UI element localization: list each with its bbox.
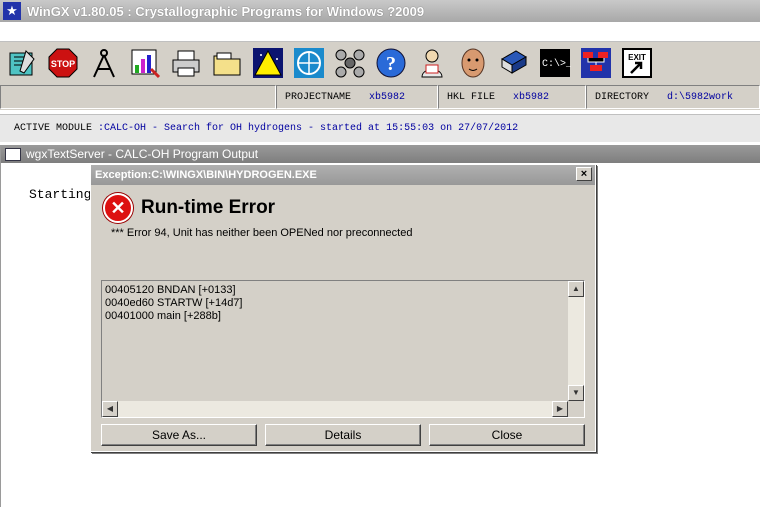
network-icon[interactable]	[578, 45, 614, 81]
project-name-cell: PROJECTNAME xb5982	[276, 85, 438, 109]
directory-cell: DIRECTORY d:\5982work	[586, 85, 760, 109]
person-icon[interactable]	[414, 45, 450, 81]
directory-label: DIRECTORY	[595, 91, 650, 103]
scroll-up-icon[interactable]: ▲	[568, 281, 584, 297]
trace-line: 00405120 BNDAN [+0133]	[105, 284, 236, 296]
error-heading: ✕ Run-time Error	[103, 193, 275, 223]
scroll-down-icon[interactable]: ▼	[568, 385, 584, 401]
stop-label: STOP	[51, 59, 75, 69]
svg-text:?: ?	[386, 53, 396, 75]
stack-trace-list: 00405120 BNDAN [+0133] 0040ed60 STARTW […	[105, 284, 242, 323]
close-button[interactable]: Close	[429, 424, 585, 446]
printer-icon[interactable]	[168, 45, 204, 81]
help-icon[interactable]: ?	[373, 45, 409, 81]
molecule-icon[interactable]	[332, 45, 368, 81]
exception-title: Exception:C:\WINGX\BIN\HYDROGEN.EXE	[95, 169, 317, 181]
compass-icon[interactable]	[86, 45, 122, 81]
save-as-button[interactable]: Save As...	[101, 424, 257, 446]
vertical-scrollbar[interactable]: ▲ ▼	[568, 281, 584, 401]
error-icon: ✕	[103, 193, 133, 223]
exit-icon[interactable]: EXIT	[619, 45, 655, 81]
details-button[interactable]: Details	[265, 424, 421, 446]
book-icon[interactable]	[496, 45, 532, 81]
toolbar: STOP ? C:\>_ EXIT	[0, 42, 760, 84]
triangle-icon[interactable]	[250, 45, 286, 81]
close-icon[interactable]: ×	[576, 167, 592, 181]
dialog-buttons: Save As... Details Close	[101, 424, 585, 446]
scroll-left-icon[interactable]: ◀	[102, 401, 118, 417]
console-icon[interactable]: C:\>_	[537, 45, 573, 81]
text-server-titlebar: wgxTextServer - CALC-OH Program Output	[1, 145, 760, 163]
app-titlebar: ★ WinGX v1.80.05 : Crystallographic Prog…	[0, 0, 760, 22]
notebook-icon[interactable]	[4, 45, 40, 81]
active-module-value: :CALC-OH - Search for OH hydrogens - sta…	[98, 123, 519, 134]
menu-bar	[0, 22, 760, 42]
horizontal-scrollbar[interactable]: ◀ ▶	[102, 401, 568, 417]
folder-icon[interactable]	[209, 45, 245, 81]
hkl-file-cell: HKL FILE xb5982	[438, 85, 586, 109]
error-message: *** Error 94, Unit has neither been OPEN…	[111, 227, 413, 239]
trace-line: 0040ed60 STARTW [+14d7]	[105, 297, 243, 309]
window-icon[interactable]	[5, 147, 21, 161]
face-icon[interactable]	[455, 45, 491, 81]
exception-dialog: Exception:C:\WINGX\BIN\HYDROGEN.EXE × ✕ …	[90, 164, 596, 452]
app-title: WinGX v1.80.05 : Crystallographic Progra…	[27, 3, 425, 19]
error-title: Run-time Error	[141, 197, 276, 218]
hkl-file-label: HKL FILE	[447, 91, 496, 103]
active-module-label: ACTIVE MODULE	[14, 123, 93, 134]
exit-label: EXIT	[628, 53, 646, 62]
project-info-bar: PROJECTNAME xb5982 HKL FILE xb5982 DIREC…	[0, 84, 760, 110]
app-icon[interactable]: ★	[3, 2, 21, 20]
globe-icon[interactable]	[291, 45, 327, 81]
project-name-value: xb5982	[369, 91, 406, 103]
chart-icon[interactable]	[127, 45, 163, 81]
active-module-bar: ACTIVE MODULE :CALC-OH - Search for OH h…	[0, 114, 760, 142]
directory-value: d:\5982work	[667, 91, 734, 103]
exception-titlebar: Exception:C:\WINGX\BIN\HYDROGEN.EXE ×	[91, 165, 595, 185]
stack-trace-box[interactable]: 00405120 BNDAN [+0133] 0040ed60 STARTW […	[101, 280, 585, 418]
stop-icon[interactable]: STOP	[45, 45, 81, 81]
console-label: C:\>_	[542, 58, 571, 70]
text-server-title: wgxTextServer - CALC-OH Program Output	[26, 147, 259, 161]
hkl-file-value: xb5982	[513, 91, 550, 103]
project-name-label: PROJECTNAME	[285, 91, 352, 103]
scroll-right-icon[interactable]: ▶	[552, 401, 568, 417]
trace-line: 00401000 main [+288b]	[105, 310, 221, 322]
info-spacer	[0, 85, 276, 109]
